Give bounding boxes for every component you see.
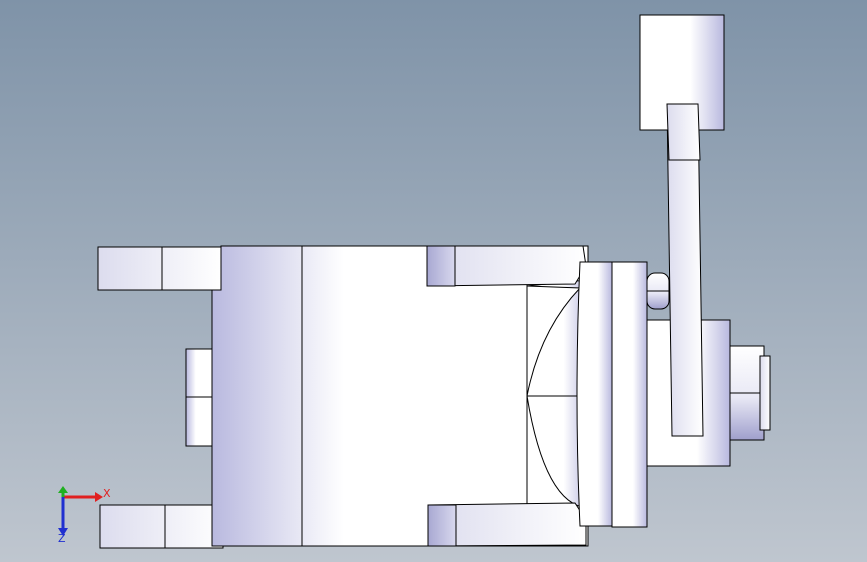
handle-arm-upper[interactable] — [666, 103, 701, 161]
graphics-viewport[interactable]: X Z — [0, 0, 867, 562]
triad-x-arrow-icon — [95, 492, 103, 502]
cad-model-view[interactable]: X Z — [0, 0, 867, 562]
triad-y-arrow-icon — [58, 486, 68, 493]
triad-x-label: X — [103, 487, 111, 500]
flange-slot-bottom — [427, 504, 457, 547]
flange-tab-bottom-left — [99, 504, 224, 549]
bonnet-rim — [611, 261, 648, 528]
stem-nut-cap — [759, 355, 771, 431]
bonnet-disc — [576, 261, 613, 527]
flange-tab-top-left — [97, 246, 222, 291]
flange-slot-top — [426, 245, 456, 287]
triad-z-label: Z — [58, 532, 66, 545]
